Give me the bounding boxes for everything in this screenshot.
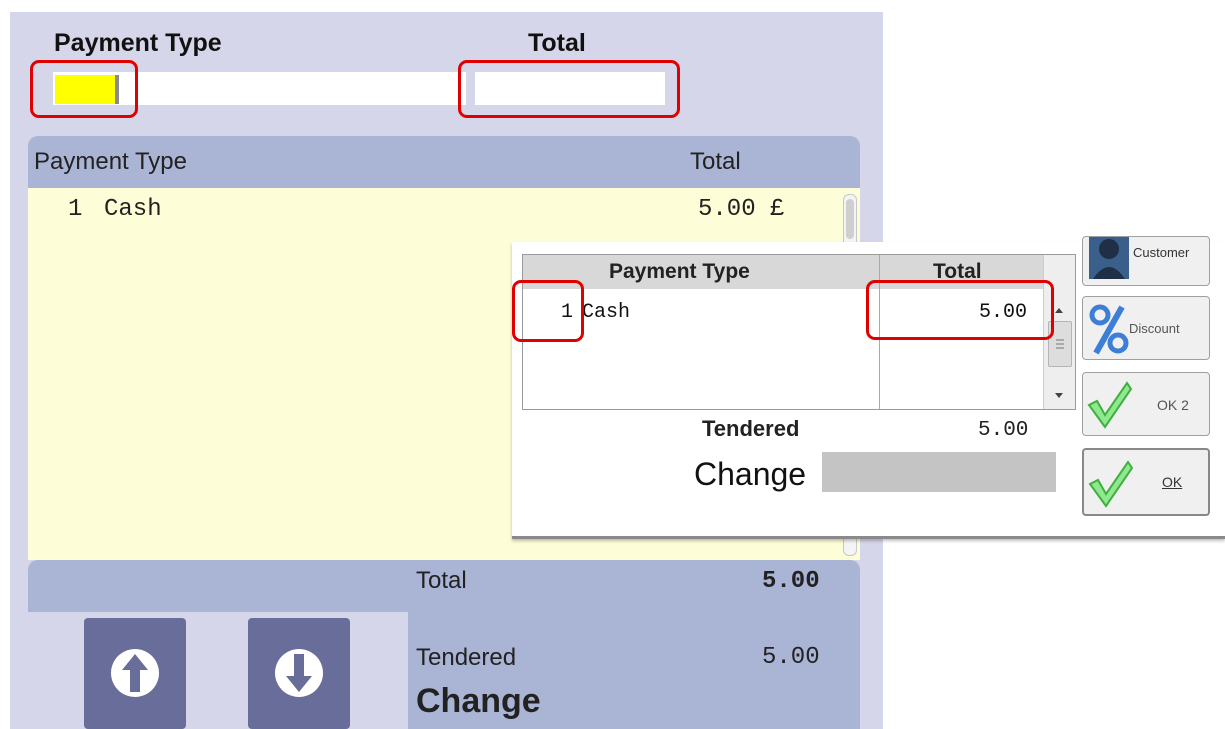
dialog-column-total: Total bbox=[933, 260, 982, 283]
dialog-tendered-value: 5.00 bbox=[978, 419, 1029, 442]
total-input[interactable] bbox=[475, 72, 665, 105]
row-total: 5.00 £ bbox=[698, 196, 785, 223]
list-scrollbar-thumb[interactable] bbox=[846, 199, 854, 239]
ok2-label: OK 2 bbox=[1157, 397, 1189, 413]
ok-button[interactable]: OK bbox=[1082, 448, 1210, 516]
total-label: Total bbox=[416, 567, 467, 594]
payment-dialog: Payment Type Total 1 Cash 5.00 Tendered … bbox=[512, 236, 1225, 539]
dialog-tendered-label: Tendered bbox=[702, 416, 800, 441]
dialog-grid-header: Payment Type Total bbox=[523, 255, 1043, 289]
arrow-up-icon bbox=[111, 649, 159, 697]
person-icon bbox=[1089, 237, 1129, 279]
dialog-change-label: Change bbox=[694, 456, 807, 492]
dialog-row-index: 1 bbox=[561, 301, 574, 324]
percent-icon bbox=[1089, 304, 1129, 355]
customer-label: Customer bbox=[1133, 245, 1190, 260]
payment-type-heading: Payment Type bbox=[54, 29, 222, 57]
ok2-button[interactable]: OK 2 bbox=[1082, 372, 1210, 436]
row-index: 1 bbox=[68, 196, 83, 223]
discount-button[interactable]: Discount bbox=[1082, 296, 1210, 360]
column-payment-type: Payment Type bbox=[34, 148, 187, 175]
ok-label: OK bbox=[1162, 474, 1183, 490]
checkmark-icon bbox=[1087, 381, 1133, 429]
grid-divider bbox=[879, 255, 880, 409]
scroll-down-button[interactable] bbox=[248, 618, 350, 729]
dialog-scrollbar-thumb[interactable] bbox=[1048, 321, 1072, 367]
change-value-field bbox=[822, 452, 1056, 492]
dialog-payment-grid: Payment Type Total 1 Cash 5.00 bbox=[522, 254, 1076, 410]
total-value: 5.00 bbox=[762, 568, 820, 595]
column-total: Total bbox=[690, 148, 741, 175]
scroll-up-button[interactable] bbox=[84, 618, 186, 729]
discount-label: Discount bbox=[1129, 321, 1180, 336]
dialog-row-total: 5.00 bbox=[979, 301, 1028, 324]
dialog-row-payment-type: Cash bbox=[582, 301, 631, 324]
change-label: Change bbox=[416, 682, 541, 720]
dialog-column-payment-type: Payment Type bbox=[609, 260, 750, 283]
arrow-down-icon bbox=[275, 649, 323, 697]
grip-icon bbox=[1056, 339, 1064, 349]
tendered-label: Tendered bbox=[416, 644, 517, 671]
row-payment-type: Cash bbox=[104, 196, 162, 223]
payment-list-header: Payment Type Total bbox=[28, 136, 860, 188]
dialog-grid-scrollbar[interactable] bbox=[1043, 255, 1075, 409]
checkmark-icon bbox=[1088, 460, 1134, 508]
payment-type-selection[interactable] bbox=[55, 75, 119, 104]
total-heading: Total bbox=[528, 29, 586, 57]
customer-button[interactable]: Customer bbox=[1082, 236, 1210, 286]
tendered-value: 5.00 bbox=[762, 644, 820, 671]
